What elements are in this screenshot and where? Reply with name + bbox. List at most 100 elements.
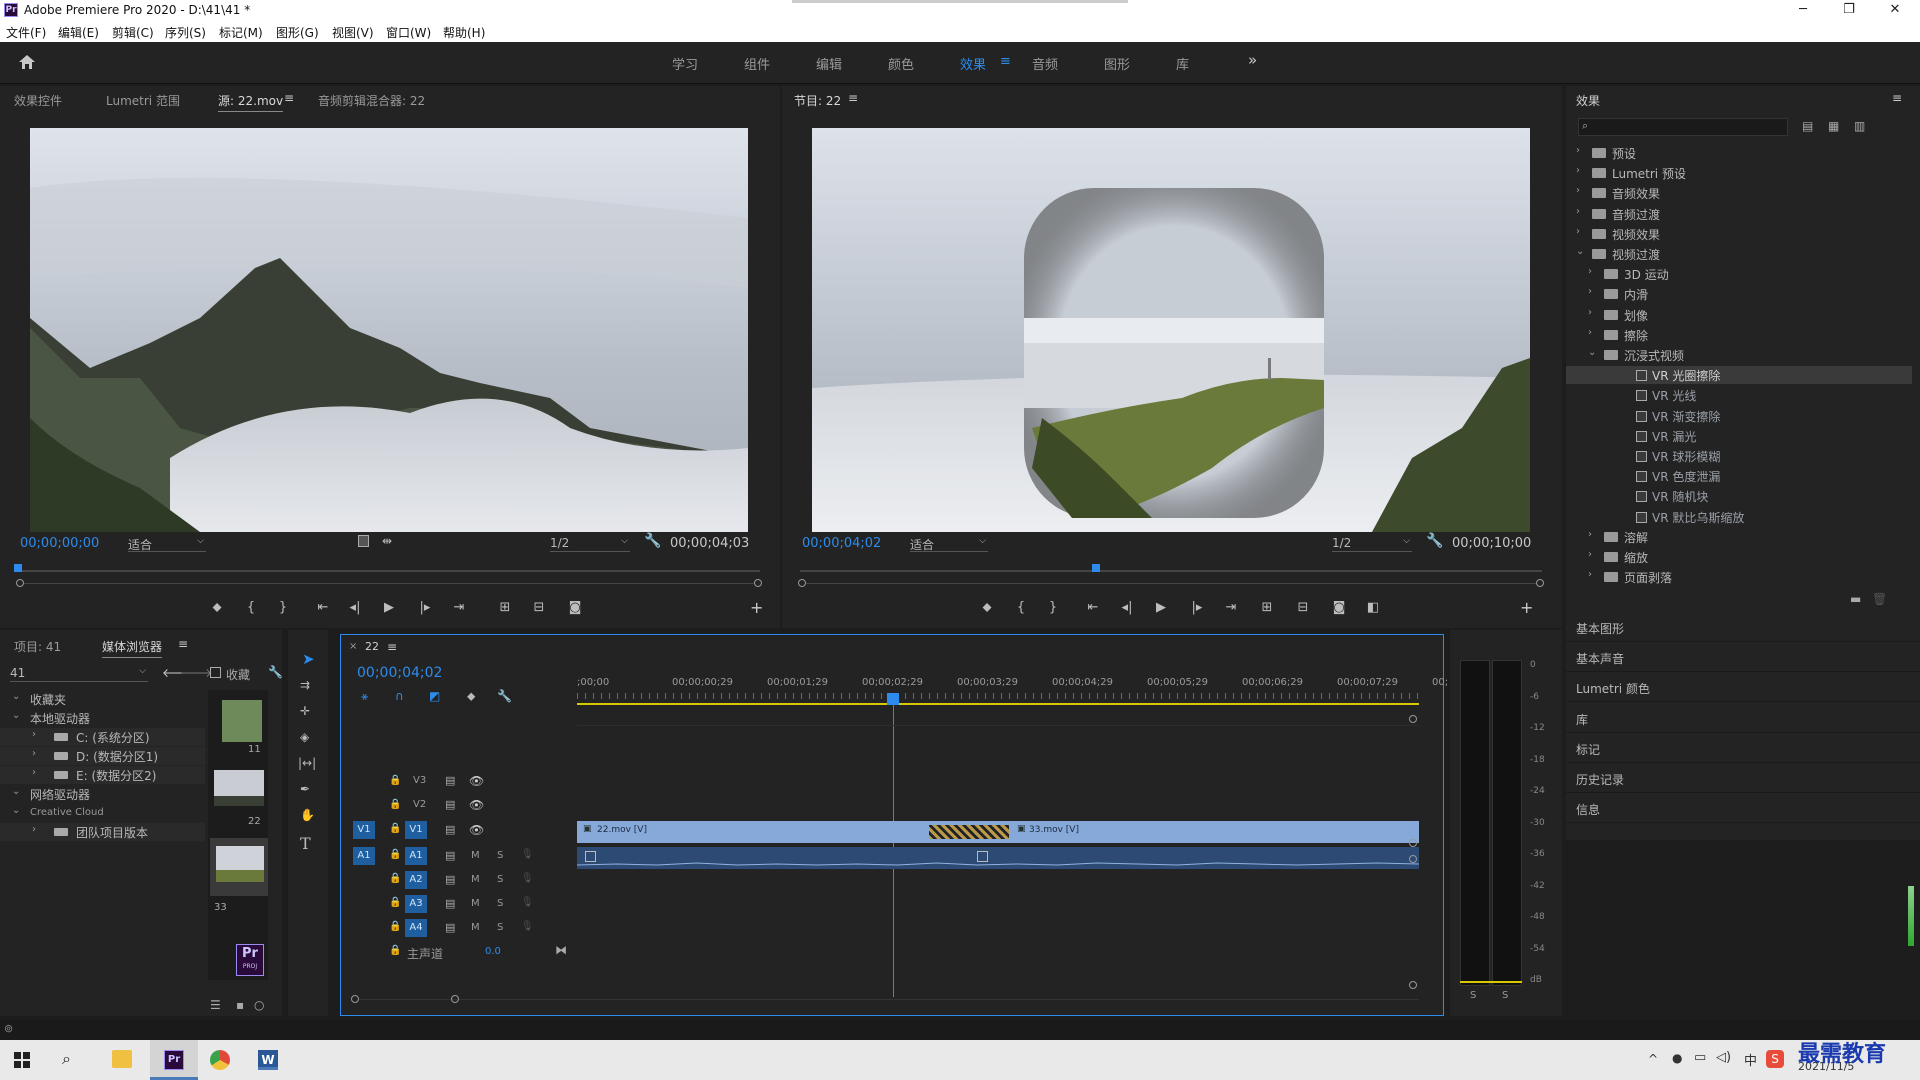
chevron-down-icon[interactable]: ⌄ (12, 805, 20, 816)
program-fit-select[interactable]: 适合 ⌵ (910, 536, 988, 552)
source-zoom-bar[interactable] (24, 583, 754, 584)
eye-icon[interactable]: 👁 (469, 823, 484, 837)
chevron-right-icon[interactable]: › (32, 729, 36, 740)
workspace-menu-icon[interactable]: ≡ (1000, 54, 1011, 69)
source-video-frame[interactable] (30, 128, 748, 532)
toggle-sync-icon[interactable]: ▤ (445, 798, 455, 811)
track-target-v1[interactable]: V1 (405, 821, 427, 839)
source-add-button-icon[interactable]: + (750, 598, 763, 617)
effect-folder[interactable]: › 音频效果 (1566, 184, 1912, 202)
side-section[interactable]: 历史记录 (1566, 765, 1920, 793)
source-resolution-select[interactable]: 1/2 ⌵ (550, 536, 630, 552)
accelerated-effects-icon[interactable]: ▦ (1828, 119, 1839, 133)
tab-lumetri-scopes[interactable]: Lumetri 范围 (106, 92, 180, 109)
home-icon[interactable] (18, 54, 36, 70)
lock-icon[interactable]: 🔒 (389, 873, 401, 884)
hand-tool-icon[interactable]: ✋ (300, 808, 315, 822)
program-timecode[interactable]: 00;00;04;02 (802, 536, 881, 551)
timeline-close-icon[interactable]: × (349, 641, 357, 652)
chevron-down-icon[interactable]: ⌄ (1588, 347, 1596, 358)
tray-app-icon[interactable]: ● (1672, 1051, 1682, 1065)
insert-icon[interactable]: ⊞ (494, 600, 516, 615)
toggle-sync-icon[interactable]: ▤ (445, 897, 455, 910)
time-ruler[interactable]: ;00;00 00;00;00;29 00;00;01;29 00;00;02;29 0… (577, 677, 1448, 699)
lock-icon[interactable]: 🔒 (389, 921, 401, 932)
minimize-button[interactable]: ─ (1780, 0, 1826, 20)
selection-tool-icon[interactable]: ➤ (302, 650, 315, 668)
wrench-icon[interactable]: 🔧 (268, 665, 283, 679)
chevron-right-icon[interactable]: › (1576, 226, 1580, 237)
timeline-settings-wrench-icon[interactable]: 🔧 (497, 689, 512, 703)
chevron-right-icon[interactable]: › (32, 767, 36, 778)
add-marker-icon[interactable]: ⬥ (976, 600, 998, 615)
master-volume-value[interactable]: 0.0 (485, 946, 501, 957)
effect-folder[interactable]: › 预设 (1566, 144, 1912, 162)
source-timecode[interactable]: 00;00;00;00 (20, 536, 99, 551)
chevron-right-icon[interactable]: › (1576, 185, 1580, 196)
maximize-button[interactable]: ❐ (1826, 0, 1872, 20)
eye-icon[interactable]: 👁 (469, 798, 484, 812)
solo-left-button[interactable]: S (1470, 990, 1476, 1001)
clip-v1-22mov[interactable]: ▣ 22.mov [V] ▣ 33.mov [V] (577, 821, 1419, 843)
mute-button[interactable]: M (471, 874, 480, 885)
camera-icon[interactable]: ◙ (1328, 600, 1350, 615)
track-target-a1[interactable]: A1 (405, 847, 427, 865)
linked-selection-icon[interactable]: ◩ (429, 689, 440, 703)
solo-button[interactable]: S (497, 898, 503, 909)
effect-folder[interactable]: ⌄ 沉浸式视频 (1566, 346, 1912, 364)
drive-item[interactable]: › C: (系统分区) (0, 728, 205, 746)
mute-button[interactable]: M (471, 850, 480, 861)
chrome-icon[interactable] (210, 1050, 230, 1070)
step-forward-icon[interactable]: |▸ (414, 600, 436, 615)
extract-icon[interactable]: ⊟ (1292, 600, 1314, 615)
solo-right-button[interactable]: S (1502, 990, 1508, 1001)
location-select[interactable]: 41 ⌵ (10, 666, 148, 682)
ime-icon[interactable]: 中 (1744, 1050, 1757, 1069)
chevron-right-icon[interactable]: › (1576, 145, 1580, 156)
wrench-icon[interactable]: 🔧 (644, 533, 661, 549)
track-select-tool-icon[interactable]: ⇉ (300, 678, 310, 692)
media-browser-menu-icon[interactable]: ≡ (178, 637, 188, 651)
program-zoom-right-handle[interactable] (1536, 579, 1544, 587)
workspace-tab-graphics[interactable]: 图形 (1104, 54, 1130, 73)
mic-icon[interactable]: 🎙 (521, 897, 534, 908)
effect-item[interactable]: VR 光圈擦除 (1566, 366, 1912, 385)
effect-item[interactable]: VR 光线 (1566, 386, 1912, 404)
side-section[interactable]: 基本图形 (1566, 614, 1920, 642)
program-panel-menu-icon[interactable]: ≡ (848, 91, 858, 105)
source-panel-menu-icon[interactable]: ≡ (284, 91, 294, 105)
thumbnail-11[interactable] (222, 700, 262, 742)
source-patch-a1[interactable]: A1 (353, 847, 375, 865)
toggle-sync-icon[interactable]: ▤ (445, 849, 455, 862)
divider-handle[interactable] (1409, 839, 1417, 847)
source-zoom-left-handle[interactable] (16, 579, 24, 587)
file-explorer-icon[interactable] (112, 1050, 132, 1068)
chevron-down-icon[interactable]: ⌄ (12, 786, 20, 797)
effect-folder[interactable]: › 缩放 (1566, 548, 1912, 566)
pen-tool-icon[interactable]: ✒ (300, 782, 310, 796)
effects-search-field[interactable] (1595, 120, 1781, 134)
workspace-tab-editing[interactable]: 编辑 (816, 54, 842, 73)
program-zoom-bar[interactable] (806, 583, 1536, 584)
program-add-button-icon[interactable]: + (1520, 598, 1533, 617)
chevron-down-icon[interactable]: ⌄ (12, 710, 20, 721)
chevron-right-icon[interactable]: › (1588, 286, 1592, 297)
side-section[interactable]: 基本声音 (1566, 644, 1920, 673)
program-resolution-select[interactable]: 1/2 ⌵ (1332, 536, 1412, 552)
eye-icon[interactable]: 👁 (469, 774, 484, 788)
mic-icon[interactable]: 🎙 (521, 921, 534, 932)
icon-view-icon[interactable]: ▪ (236, 998, 244, 1012)
workspace-more-icon[interactable]: » (1248, 51, 1257, 69)
lock-icon[interactable]: 🔒 (389, 849, 401, 860)
mark-in-icon[interactable]: { (1010, 600, 1032, 615)
vr-iris-wipe-transition[interactable] (929, 825, 1009, 839)
mute-button[interactable]: M (471, 922, 480, 933)
track-target-a2[interactable]: A2 (405, 871, 427, 889)
chevron-right-icon[interactable]: › (1588, 307, 1592, 318)
go-to-in-icon[interactable]: ⇤ (1082, 600, 1104, 615)
lift-icon[interactable]: ⊞ (1256, 600, 1278, 615)
step-back-icon[interactable]: ◂| (1116, 600, 1138, 615)
effect-folder[interactable]: › 内滑 (1566, 285, 1912, 303)
effect-item[interactable]: VR 渐变擦除 (1566, 407, 1912, 425)
chevron-right-icon[interactable]: › (1588, 549, 1592, 560)
